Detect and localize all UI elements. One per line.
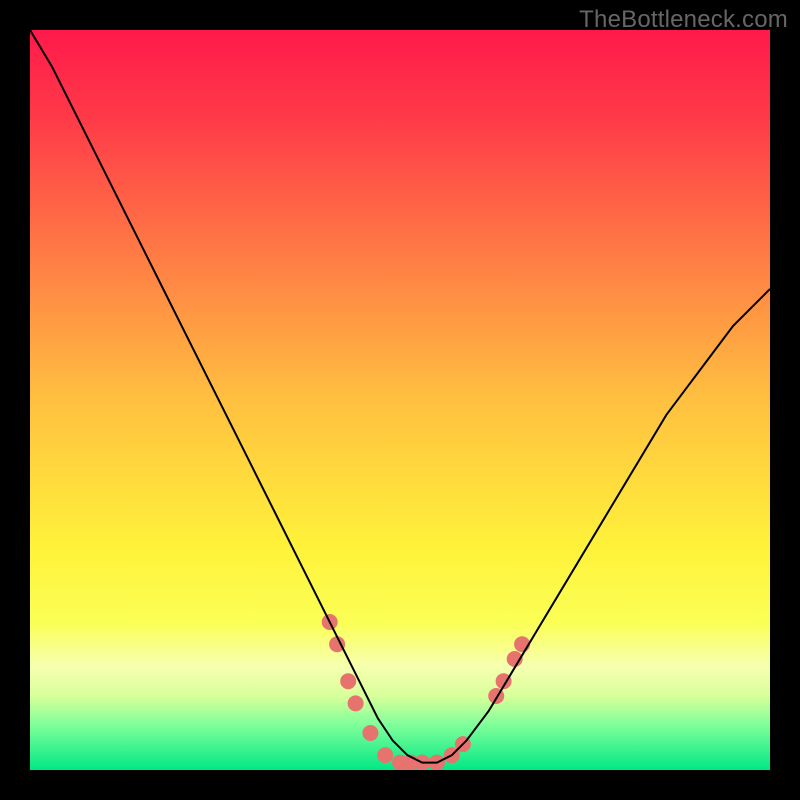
curve-layer xyxy=(30,30,770,770)
highlight-dot xyxy=(362,725,378,741)
highlight-dot xyxy=(377,747,393,763)
highlight-dot xyxy=(340,673,356,689)
bottleneck-curve xyxy=(30,30,770,763)
highlight-dot xyxy=(348,695,364,711)
watermark-text: TheBottleneck.com xyxy=(579,6,788,34)
chart-frame: TheBottleneck.com xyxy=(0,0,800,800)
plot-area xyxy=(30,30,770,770)
highlight-dots xyxy=(322,614,530,770)
